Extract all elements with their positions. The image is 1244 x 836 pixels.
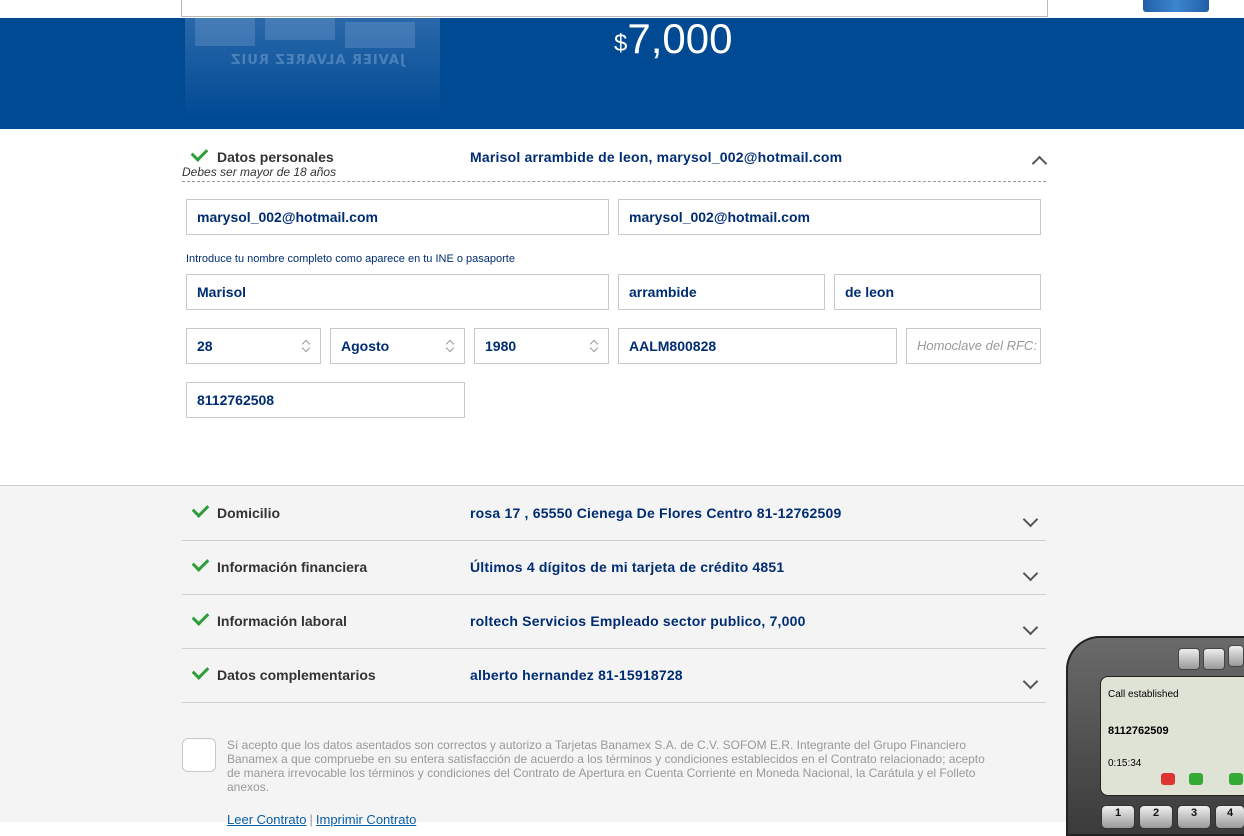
amount-value: 7,000	[627, 18, 733, 62]
collapsed-sections: Domicilio rosa 17 , 65550 Cienega De Flo…	[0, 485, 1244, 827]
chevron-down-icon[interactable]	[1022, 673, 1039, 690]
chevron-down-icon[interactable]	[1178, 648, 1200, 670]
key-2[interactable]: 2	[1139, 805, 1173, 829]
birth-month-value: Agosto	[341, 338, 390, 354]
phone-field[interactable]: 8112762508	[186, 382, 465, 418]
card-art-text: JAVIER ALVAREZ RUIZ	[230, 53, 405, 68]
check-icon	[191, 662, 210, 680]
chevron-down-icon[interactable]	[1022, 619, 1039, 636]
call-timer: 0:15:34	[1108, 758, 1142, 769]
check-icon	[191, 500, 210, 518]
chevron-down-icon[interactable]	[1022, 511, 1039, 528]
birth-year-value: 1980	[485, 338, 517, 354]
contract-links: Leer Contrato | Imprimir Contrato	[227, 812, 416, 827]
personal-data-section: Datos personales Marisol arrambide de le…	[0, 129, 1244, 486]
second-last-name-field[interactable]: de leon	[834, 274, 1041, 310]
section-summary-personal: Marisol arrambide de leon, marysol_002@h…	[470, 149, 843, 165]
card-background-art: JAVIER ALVAREZ RUIZ	[185, 18, 440, 129]
top-header	[0, 0, 1244, 18]
credit-card-image	[1143, 0, 1209, 12]
section-summary: roltech Servicios Empleado sector public…	[470, 613, 806, 629]
birth-day-value: 28	[197, 338, 213, 354]
chevron-up-icon[interactable]	[1031, 155, 1048, 172]
consent-checkbox[interactable]	[182, 738, 216, 772]
print-contract-link[interactable]: Imprimir Contrato	[316, 812, 416, 827]
name-instruction: Introduce tu nombre completo como aparec…	[186, 253, 515, 265]
call-status: Call established	[1108, 689, 1179, 700]
section-row-laboral[interactable]: Información laboral roltech Servicios Em…	[182, 594, 1046, 649]
key-3[interactable]: 3	[1177, 805, 1211, 829]
section-row-financiera[interactable]: Información financiera Últimos 4 dígitos…	[182, 540, 1046, 595]
softphone-screen: Call established 8112762509 0:15:34	[1100, 676, 1244, 796]
section-title: Datos complementarios	[217, 667, 376, 683]
section-summary: alberto hernandez 81-15918728	[470, 667, 683, 683]
section-row-domicilio[interactable]: Domicilio rosa 17 , 65550 Cienega De Flo…	[182, 486, 1046, 541]
read-contract-link[interactable]: Leer Contrato	[227, 812, 307, 827]
header-container	[181, 0, 1209, 17]
key-1[interactable]: 1	[1101, 805, 1135, 829]
homoclave-field[interactable]: Homoclave del RFC:	[906, 328, 1041, 364]
last-name-field[interactable]: arrambide	[618, 274, 825, 310]
check-icon	[191, 608, 210, 626]
section-title: Información laboral	[217, 613, 347, 629]
key-4[interactable]: 4	[1215, 805, 1244, 829]
select-arrows-icon	[445, 339, 455, 353]
section-title: Información financiera	[217, 559, 368, 575]
section-summary: rosa 17 , 65550 Cienega De Flores Centro…	[470, 505, 842, 521]
add-contact-icon[interactable]	[1229, 773, 1243, 785]
first-name-field[interactable]: Marisol	[186, 274, 609, 310]
birth-month-select[interactable]: Agosto	[330, 328, 465, 364]
rfc-field[interactable]: AALM800828	[618, 328, 897, 364]
chevron-down-icon[interactable]	[1022, 565, 1039, 582]
close-icon[interactable]	[1228, 645, 1244, 667]
email-field[interactable]: marysol_002@hotmail.com	[186, 199, 609, 235]
contact-icon[interactable]	[1189, 773, 1203, 785]
minimize-icon[interactable]	[1203, 648, 1225, 670]
check-icon	[191, 554, 210, 572]
section-title-personal[interactable]: Datos personales	[217, 149, 334, 165]
check-icon	[190, 144, 209, 162]
birth-year-select[interactable]: 1980	[474, 328, 609, 364]
section-row-complementarios[interactable]: Datos complementarios alberto hernandez …	[182, 648, 1046, 703]
select-arrows-icon	[301, 339, 311, 353]
consent-text: Sí acepto que los datos asentados son co…	[227, 738, 985, 794]
select-arrows-icon	[589, 339, 599, 353]
email-confirm-field[interactable]: marysol_002@hotmail.com	[618, 199, 1041, 235]
section-divider	[182, 181, 1046, 182]
currency-symbol: $	[614, 30, 628, 57]
section-summary: Últimos 4 dígitos de mi tarjeta de crédi…	[470, 559, 785, 575]
hangup-icon[interactable]	[1161, 773, 1175, 785]
section-title: Domicilio	[217, 505, 281, 521]
age-hint: Debes ser mayor de 18 años	[182, 165, 337, 179]
birth-day-select[interactable]: 28	[186, 328, 321, 364]
link-separator: |	[309, 812, 313, 827]
call-number: 8112762509	[1108, 725, 1169, 737]
credit-amount: $7,000	[614, 18, 732, 60]
hero-banner: JAVIER ALVAREZ RUIZ $7,000	[0, 18, 1244, 129]
